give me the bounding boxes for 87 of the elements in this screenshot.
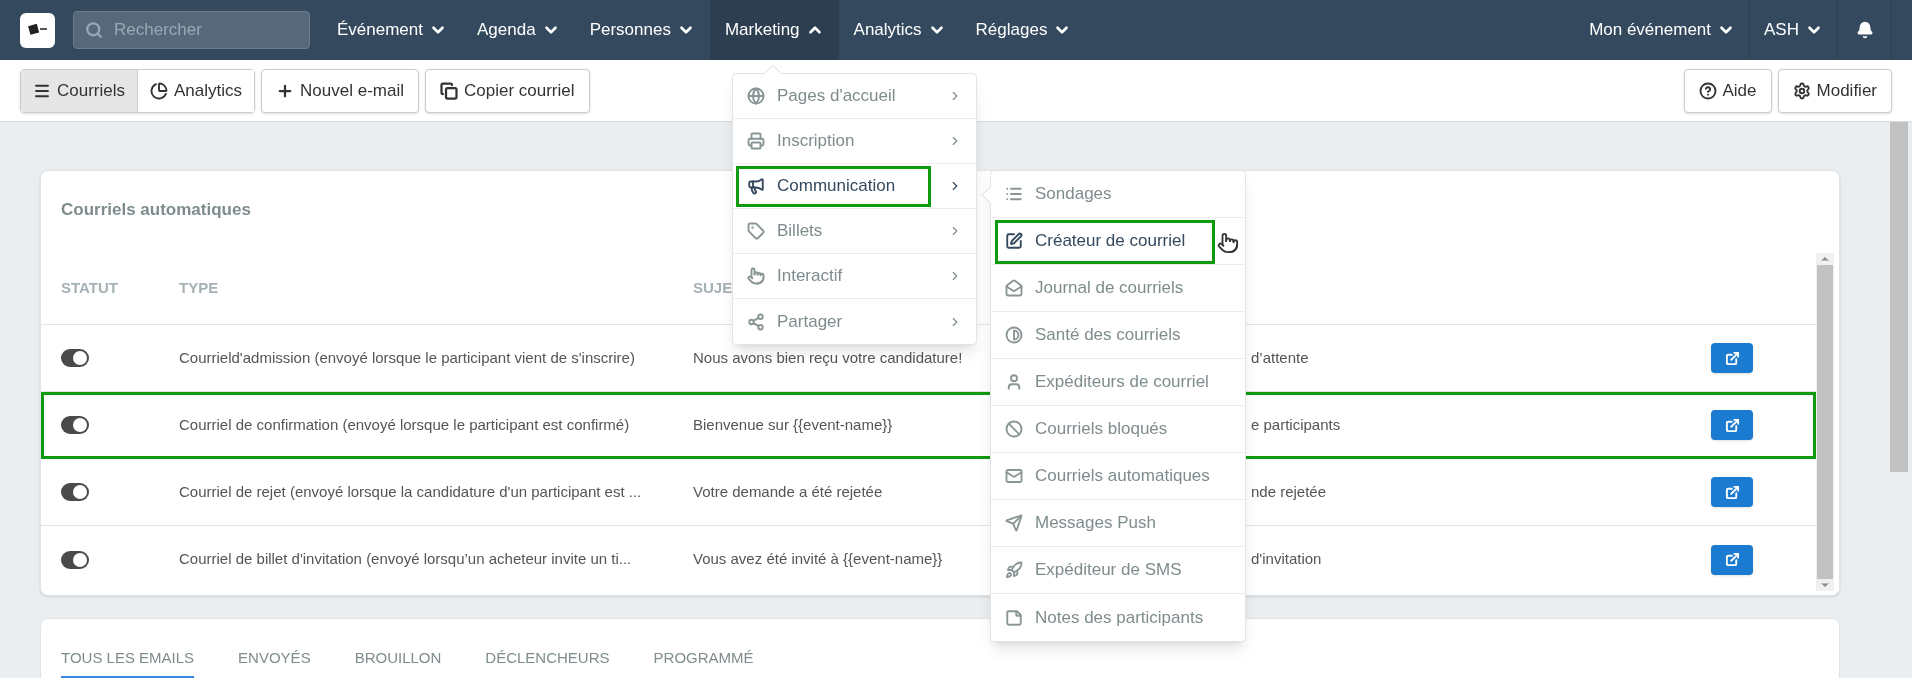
card-title: Courriels automatiques — [61, 200, 251, 219]
email-tab[interactable]: DÉCLENCHEURS — [485, 647, 610, 678]
status-toggle[interactable] — [61, 416, 89, 434]
edit-button[interactable] — [1711, 410, 1753, 440]
table-cell-text: Courriel de billet d'invitation (envoyé lorsqu’un acheteur invite un ti... — [179, 549, 633, 570]
menu-item[interactable]: Inscription — [733, 119, 976, 164]
table-cell: Votre demande a été rejetée — [693, 482, 883, 500]
envelope-icon — [1005, 467, 1023, 485]
scrollbar[interactable] — [1816, 253, 1834, 591]
search-icon — [85, 21, 103, 39]
edit-icon — [1005, 232, 1023, 250]
user-icon — [1005, 373, 1023, 391]
menu-item[interactable]: Courriels automatiques — [991, 453, 1245, 500]
status-toggle[interactable] — [61, 550, 89, 569]
view-tab[interactable]: Analytics — [138, 69, 255, 112]
ban-icon — [1005, 420, 1023, 438]
nav-menu-item[interactable]: Agenda — [462, 0, 575, 60]
toolbar-button[interactable]: Modifier — [1777, 68, 1892, 113]
table-cell-text: nde rejetée — [1251, 481, 1328, 502]
nav-menu-item[interactable]: Événement — [322, 0, 462, 60]
external-link-icon — [1724, 484, 1740, 500]
menu-item[interactable]: Journal de courriels — [991, 265, 1245, 312]
page-scrollbar[interactable] — [1890, 122, 1908, 472]
menu-item[interactable]: Notes des participants — [991, 594, 1245, 641]
email-tab[interactable]: TOUS LES EMAILS — [61, 647, 195, 678]
rocket-icon — [1005, 561, 1023, 579]
email-tab[interactable]: ENVOYÉS — [238, 647, 311, 678]
open-envelope-icon — [1005, 279, 1023, 297]
column-header: SUJE — [693, 278, 733, 299]
nav-menu-item[interactable]: Marketing — [709, 0, 839, 60]
edit-button[interactable] — [1711, 544, 1753, 575]
email-tab[interactable]: BROUILLON — [354, 647, 442, 678]
menu-item[interactable]: Expéditeurs de courriel — [991, 359, 1245, 406]
table-cell-text: Courriel de rejet (envoyé lorsque la candidature d'un participant est ... — [179, 481, 643, 502]
toolbar-button[interactable]: Nouvel e-mail — [261, 68, 419, 113]
toolbar-button[interactable]: Aide — [1683, 68, 1772, 113]
help-icon — [1698, 81, 1717, 100]
bell-icon — [1855, 21, 1874, 39]
half-circle-icon — [1005, 326, 1023, 344]
menu-item[interactable]: Courriels bloqués — [991, 406, 1245, 453]
table-cell: Bienvenue sur {{event-name}} — [693, 415, 893, 433]
paper-plane-icon — [1005, 514, 1023, 532]
table-cell-text: d'invitation — [1251, 549, 1323, 570]
column-header: TYPE — [179, 278, 220, 299]
table-cell-text: e participants — [1251, 414, 1342, 435]
search-field[interactable]: Rechercher — [73, 11, 310, 49]
printer-icon — [747, 132, 765, 150]
toolbar-button[interactable]: Copier courriel — [425, 68, 590, 113]
table-cell: Vous avez été invité à {{event-name}} — [693, 550, 943, 568]
menu-item[interactable]: Billets — [733, 209, 976, 254]
edit-button[interactable] — [1711, 343, 1753, 373]
view-tab[interactable]: Courriels — [21, 69, 139, 112]
menu-item[interactable]: Sondages — [991, 171, 1245, 218]
nav-menu-item[interactable]: Analytics — [838, 0, 961, 60]
edit-button[interactable] — [1711, 477, 1753, 507]
email-tab[interactable]: PROGRAMMÉ — [653, 647, 754, 678]
status-toggle[interactable] — [61, 483, 89, 501]
table-cell-text: Courriel de confirmation (envoyé lorsque le participant est confirmé) — [179, 414, 631, 435]
list-icon — [1005, 185, 1023, 203]
menu-item[interactable]: Messages Push — [991, 500, 1245, 547]
globe-icon — [747, 87, 765, 105]
menu-item[interactable]: Pages d'accueil — [733, 74, 976, 119]
external-link-icon — [1724, 417, 1740, 433]
pie-chart-icon — [150, 81, 169, 100]
external-link-icon — [1724, 350, 1740, 366]
hand-pointer-icon — [747, 267, 765, 285]
nav-menu-item[interactable]: Personnes — [574, 0, 710, 60]
menu-item[interactable]: Partager — [733, 299, 976, 344]
status-toggle[interactable] — [61, 349, 89, 367]
share-icon — [747, 312, 765, 331]
table-cell-text: Courrield'admission (envoyé lorsque le participant vient de s'inscrire) — [179, 347, 636, 368]
mouse-cursor-icon — [1217, 232, 1239, 254]
menu-item[interactable]: Expéditeur de SMS — [991, 547, 1245, 594]
sticky-note-icon — [1005, 608, 1023, 627]
megaphone-icon — [747, 177, 765, 195]
logo-icon — [27, 23, 48, 37]
menu-item[interactable]: Interactif — [733, 254, 976, 299]
tag-icon — [747, 222, 765, 240]
settings-icon — [1792, 81, 1811, 100]
nav-menu-item[interactable]: Réglages — [960, 0, 1087, 60]
menu-item[interactable]: Santé des courriels — [991, 312, 1245, 359]
external-link-icon — [1724, 552, 1740, 567]
app-logo[interactable] — [20, 12, 55, 48]
copy-icon — [440, 81, 458, 100]
table-cell: Nous avons bien reçu votre candidature! — [693, 348, 963, 366]
table-cell-text: d’attente — [1251, 347, 1310, 368]
column-header: STATUT — [60, 278, 119, 299]
